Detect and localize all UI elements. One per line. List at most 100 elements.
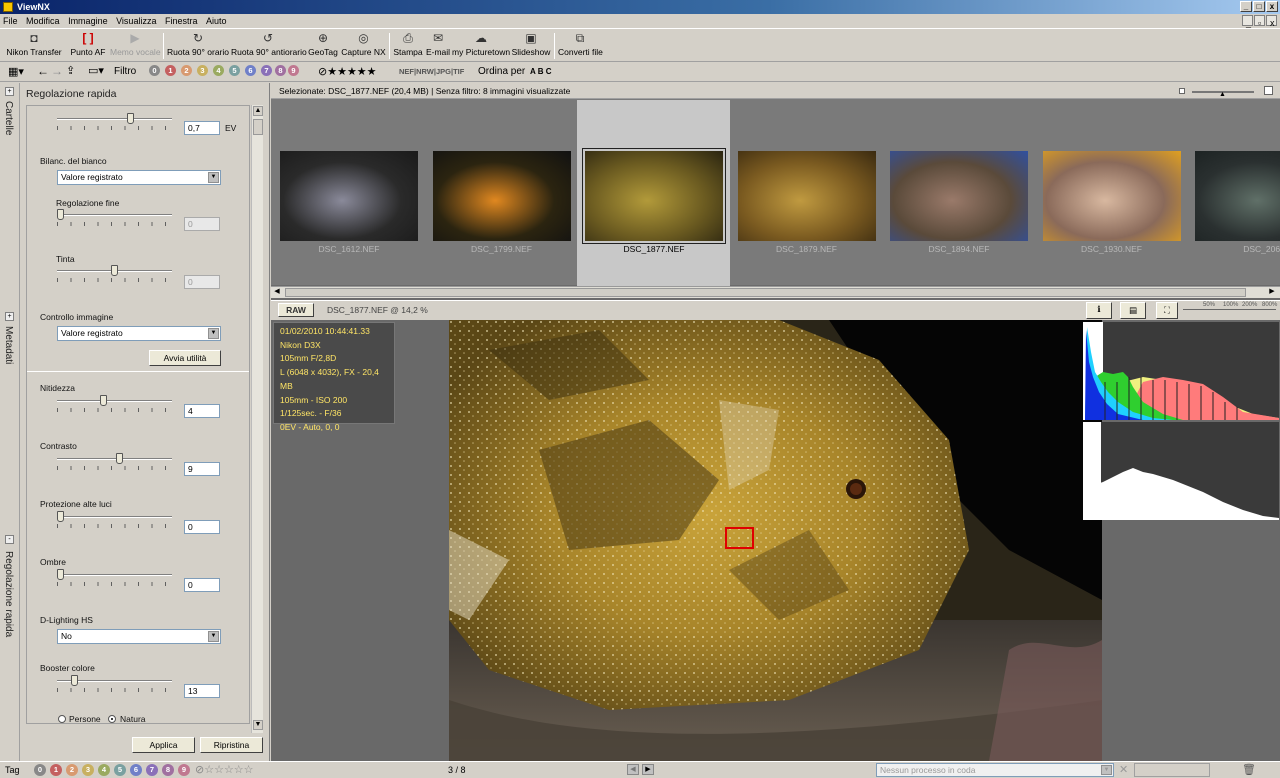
thumb-size-small-icon[interactable]	[1179, 88, 1185, 94]
label-filter-9[interactable]: 9	[288, 65, 299, 76]
geotag-button[interactable]: ⊕ GeoTag	[306, 31, 340, 61]
reset-button[interactable]: Ripristina	[200, 737, 263, 753]
tag-rating-stars[interactable]: ⊘☆☆☆☆☆	[195, 763, 254, 776]
radio-people[interactable]	[58, 715, 66, 723]
label-filter-3[interactable]: 3	[197, 65, 208, 76]
menu-visualizza[interactable]: Visualizza	[113, 14, 159, 28]
close-button[interactable]: x	[1266, 1, 1278, 12]
apply-button[interactable]: Applica	[132, 737, 195, 753]
tab-metadati[interactable]: Metadati	[3, 326, 14, 364]
label-filter-7[interactable]: 7	[261, 65, 272, 76]
picture-control-select[interactable]: Valore registrato ▼	[57, 326, 221, 341]
nikon-transfer-button[interactable]: ◘ Nikon Transfer	[5, 31, 63, 61]
exposure-slider[interactable]	[127, 113, 135, 124]
sharpness-value[interactable]: 4	[184, 404, 220, 418]
tag-label-2[interactable]: 2	[66, 764, 78, 776]
tag-label-1[interactable]: 1	[50, 764, 62, 776]
cartelle-collapse-icon[interactable]: +	[5, 87, 14, 96]
launch-utility-button[interactable]: Avvia utilità	[149, 350, 221, 366]
label-filter-5[interactable]: 5	[229, 65, 240, 76]
shadows-slider[interactable]	[57, 569, 64, 580]
label-filter-6[interactable]: 6	[245, 65, 256, 76]
tint-slider[interactable]	[111, 265, 118, 276]
thumbnail[interactable]	[280, 151, 418, 241]
filmstrip-scroll-thumb[interactable]	[285, 288, 1246, 297]
capture-nx-button[interactable]: ◎ Capture NX	[341, 31, 386, 61]
filmstrip-scrollbar[interactable]: ◀ ▶	[271, 286, 1280, 298]
scroll-thumb[interactable]	[253, 119, 263, 135]
shadows-value[interactable]: 0	[184, 578, 220, 592]
radio-nature[interactable]	[108, 715, 116, 723]
minimize-button[interactable]: _	[1240, 1, 1252, 12]
trash-icon[interactable]: 🗑	[1242, 763, 1256, 776]
fit-screen-icon[interactable]: ⛶	[1156, 302, 1178, 319]
process-queue-select[interactable]: Nessun processo in coda ▼	[876, 763, 1114, 777]
thumb-size-large-icon[interactable]	[1264, 86, 1273, 95]
af-point-button[interactable]: [ ] Punto AF	[68, 31, 108, 61]
scroll-up-icon[interactable]: ▲	[253, 106, 263, 116]
label-filter-4[interactable]: 4	[213, 65, 224, 76]
color-booster-value[interactable]: 13	[184, 684, 220, 698]
zoom-slider[interactable]	[1183, 309, 1276, 310]
dlighting-select[interactable]: No ▼	[57, 629, 221, 644]
sort-button[interactable]: A B C	[530, 67, 551, 76]
mdi-minimize-button[interactable]: _	[1242, 15, 1253, 28]
prev-image-icon[interactable]: ◀	[627, 764, 639, 775]
tab-cartelle[interactable]: Cartelle	[3, 101, 14, 135]
folder-menu-icon[interactable]: ▭▾	[88, 64, 104, 77]
main-photo[interactable]	[449, 320, 1102, 761]
menu-immagine[interactable]: Immagine	[65, 14, 111, 28]
thumbnail[interactable]	[432, 151, 571, 241]
contrast-slider[interactable]	[116, 453, 124, 464]
menu-aiuto[interactable]: Aiuto	[203, 14, 230, 28]
grid-view-icon[interactable]: ▦▾	[8, 65, 24, 78]
mdi-close-button[interactable]: x	[1266, 15, 1277, 28]
scroll-left-icon[interactable]: ◀	[272, 287, 282, 297]
cancel-process-icon[interactable]: ✕	[1119, 763, 1128, 776]
scroll-right-icon[interactable]: ▶	[1267, 287, 1277, 297]
sharpness-slider[interactable]	[100, 395, 108, 406]
thumbnail[interactable]	[1042, 151, 1181, 241]
scroll-down-icon[interactable]: ▼	[253, 720, 263, 730]
metadati-collapse-icon[interactable]: +	[5, 312, 14, 321]
thumbnail[interactable]	[890, 151, 1028, 241]
email-button[interactable]: ✉ E-mail	[425, 31, 451, 61]
histogram-toggle-icon[interactable]: ▤	[1120, 302, 1146, 319]
menu-modifica[interactable]: Modifica	[23, 14, 63, 28]
thumbnail[interactable]	[1195, 151, 1280, 241]
highlights-value[interactable]: 0	[184, 520, 220, 534]
tag-label-3[interactable]: 3	[82, 764, 94, 776]
maximize-button[interactable]: □	[1253, 1, 1265, 12]
highlights-slider[interactable]	[57, 511, 64, 522]
forward-icon[interactable]: →	[51, 64, 63, 78]
tag-label-5[interactable]: 5	[114, 764, 126, 776]
label-filter-0[interactable]: 0	[149, 65, 160, 76]
rotate-ccw-button[interactable]: ↺ Ruota 90° antiorario	[231, 31, 307, 61]
tag-label-9[interactable]: 9	[178, 764, 190, 776]
label-filter-1[interactable]: 1	[165, 65, 176, 76]
color-booster-slider[interactable]	[71, 675, 79, 686]
white-balance-select[interactable]: Valore registrato ▼	[57, 170, 221, 185]
rotate-cw-button[interactable]: ↻ Ruota 90° orario	[167, 31, 229, 61]
label-filter-2[interactable]: 2	[181, 65, 192, 76]
tag-label-7[interactable]: 7	[146, 764, 158, 776]
raw-button[interactable]: RAW	[278, 303, 314, 317]
quick-adjust-scrollbar[interactable]: ▲ ▼	[251, 105, 263, 733]
contrast-value[interactable]: 9	[184, 462, 220, 476]
thumbnail[interactable]	[582, 148, 726, 244]
next-image-icon[interactable]: ▶	[642, 764, 654, 775]
tag-label-4[interactable]: 4	[98, 764, 110, 776]
thumbnail[interactable]	[737, 151, 876, 241]
picturetown-button[interactable]: ☁ my Picturetown	[452, 31, 510, 61]
tag-label-0[interactable]: 0	[34, 764, 46, 776]
info-toggle-icon[interactable]: i	[1086, 302, 1112, 319]
label-filter-8[interactable]: 8	[275, 65, 286, 76]
slideshow-button[interactable]: ▣ Slideshow	[511, 31, 551, 61]
mdi-restore-button[interactable]: ▫	[1254, 15, 1265, 28]
tag-label-6[interactable]: 6	[130, 764, 142, 776]
menu-finestra[interactable]: Finestra	[162, 14, 201, 28]
rating-filter[interactable]: ⊘★★★★★	[318, 65, 377, 78]
format-filter[interactable]: NEF|NRW|JPG|TIF	[399, 67, 464, 76]
convert-file-button[interactable]: ⧉ Converti file	[558, 31, 603, 61]
tab-regolazione-rapida[interactable]: Regolazione rapida	[3, 551, 14, 637]
